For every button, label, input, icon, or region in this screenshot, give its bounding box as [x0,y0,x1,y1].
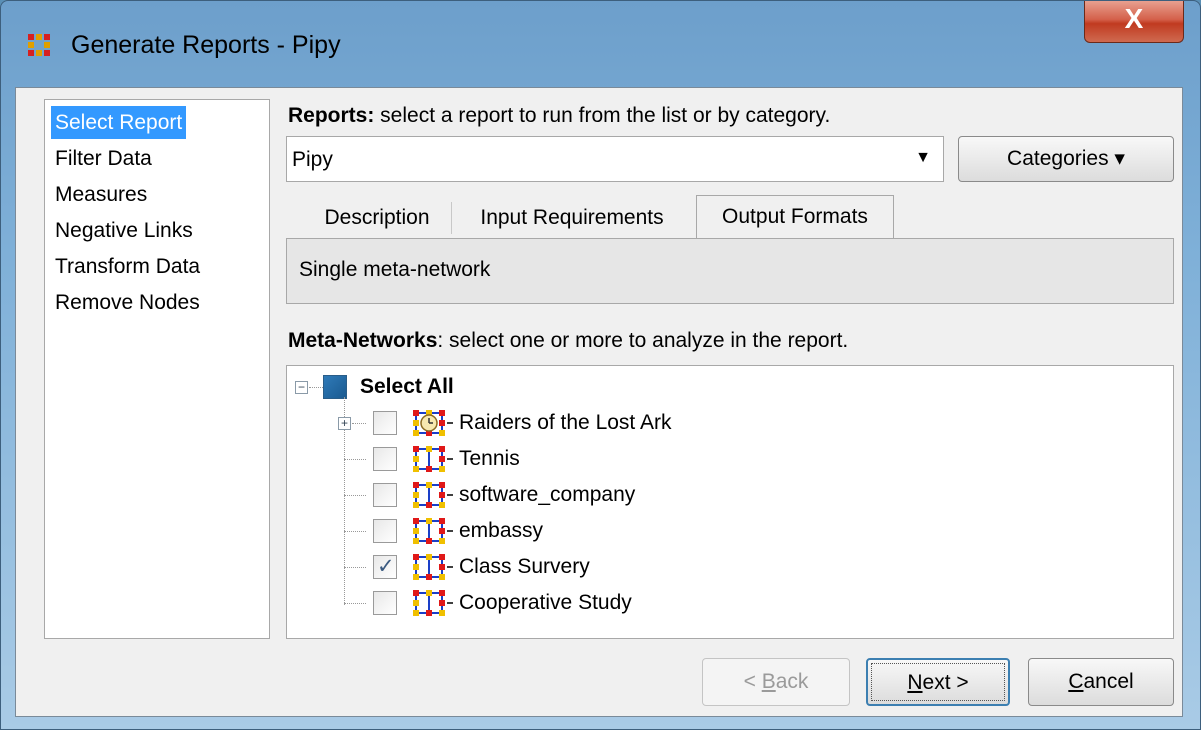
reports-heading: Reports: select a report to run from the… [288,104,830,128]
dropdown-arrow-icon[interactable]: ▼ [915,149,931,167]
meta-networks-heading: Meta-Networks: select one or more to ana… [288,329,848,353]
report-select-value: Pipy [292,148,333,171]
meta-network-icon [413,589,455,617]
collapse-icon[interactable]: − [295,381,308,394]
tree-item[interactable]: Cooperative Study [287,586,1173,621]
back-button[interactable]: < Back [702,658,850,706]
cancel-mnemonic: C [1068,670,1084,693]
tab-output-formats[interactable]: Output Formats [696,195,894,240]
nav-item-measures[interactable]: Measures [51,178,151,211]
meta-network-label: embassy [459,519,544,542]
meta-networks-heading-text: : select one or more to analyze in the r… [437,329,849,352]
tree-item[interactable]: software_company [287,478,1173,513]
back-rest: ack [775,670,809,693]
meta-network-label: Raiders of the Lost Ark [459,411,672,434]
meta-network-checkbox[interactable] [373,411,397,435]
meta-network-checkbox[interactable] [373,591,397,615]
dialog-window: Generate Reports - Pipy X Select Report F… [0,0,1201,730]
meta-network-icon [413,517,455,545]
expand-icon[interactable]: + [338,417,351,430]
next-mnemonic: N [907,671,923,694]
nav-item-transform-data[interactable]: Transform Data [51,250,204,283]
tree-item[interactable]: Class Survery [287,550,1173,585]
meta-network-checkbox[interactable] [373,554,397,579]
close-button[interactable]: X [1084,1,1184,43]
cancel-button[interactable]: Cancel [1028,658,1174,706]
tab-panel: Single meta-network [286,238,1174,304]
back-mnemonic: B [761,670,776,693]
reports-heading-text: select a report to run from the list or … [374,104,831,127]
select-all-label: Select All [360,375,454,398]
meta-network-label: Cooperative Study [459,591,632,614]
tab-description[interactable]: Description [304,197,450,239]
nav-item-select-report[interactable]: Select Report [51,106,187,139]
wizard-step-list: Select Report Filter Data Measures Negative… [44,99,270,639]
close-icon: X [1124,3,1144,34]
select-all-checkbox[interactable] [323,375,347,399]
tree-root-row[interactable]: − Select All [287,370,1173,405]
meta-network-label: Class Survery [459,555,590,578]
dialog-client-area: Select Report Filter Data Measures Negative… [15,87,1183,717]
meta-network-label: software_company [459,483,636,506]
back-prefix: < [743,670,762,693]
meta-network-label: Tennis [459,447,520,470]
tree-item[interactable]: Tennis [287,442,1173,477]
tree-item[interactable]: embassy [287,514,1173,549]
nav-item-remove-nodes[interactable]: Remove Nodes [51,286,204,319]
tab-panel-text: Single meta-network [299,258,491,281]
meta-network-checkbox[interactable] [373,447,397,471]
nav-item-filter-data[interactable]: Filter Data [51,142,156,175]
reports-heading-label: Reports: [288,104,375,127]
cancel-rest: ancel [1083,670,1134,693]
meta-network-checkbox[interactable] [373,483,397,507]
meta-networks-heading-label: Meta-Networks [288,329,438,352]
next-rest: ext > [922,671,969,694]
nav-item-negative-links[interactable]: Negative Links [51,214,197,247]
meta-network-icon [413,445,455,473]
tree-item[interactable]: + Raiders of the Lost Ark [287,406,1173,441]
window-title: Generate Reports - Pipy [71,31,341,59]
meta-network-icon [413,481,455,509]
network-grid-icon [28,34,50,56]
categories-button[interactable]: Categories ▾ [958,136,1174,182]
title-bar[interactable]: Generate Reports - Pipy X [1,1,1200,87]
tab-input-requirements[interactable]: Input Requirements [452,197,692,239]
next-button[interactable]: Next > [866,658,1010,706]
meta-network-icon [413,553,455,581]
meta-network-checkbox[interactable] [373,519,397,543]
report-select[interactable]: Pipy ▼ [286,136,944,182]
dynamic-meta-network-icon [413,409,455,437]
meta-network-tree: − Select All + Raiders of the Lost Ark Ten… [286,365,1174,639]
